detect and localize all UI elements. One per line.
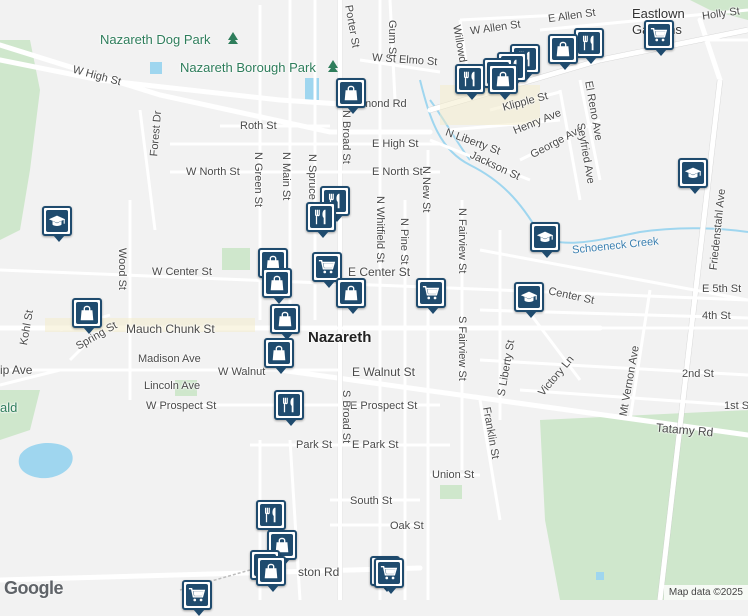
poi-pin-school[interactable] bbox=[514, 282, 544, 318]
school-icon bbox=[518, 286, 540, 308]
poi-pin-grocery[interactable] bbox=[416, 278, 446, 314]
poi-pin-school[interactable] bbox=[678, 158, 708, 194]
school-icon bbox=[46, 210, 68, 232]
street-label: ston Rd bbox=[298, 565, 340, 579]
street-label: Oak St bbox=[390, 520, 424, 532]
poi-pin-shopping[interactable] bbox=[262, 268, 292, 304]
poi-pin-restaurant[interactable] bbox=[274, 390, 304, 426]
street-label: E Center St bbox=[348, 265, 411, 279]
street-label: ip Ave bbox=[0, 363, 33, 377]
street-label: Union St bbox=[432, 469, 475, 481]
street-label: N Whitfield St bbox=[374, 196, 386, 263]
street-label: N Main St bbox=[280, 152, 292, 201]
street-label: N New St bbox=[420, 166, 432, 213]
grocery-icon bbox=[648, 24, 670, 46]
street-label: Lincoln Ave bbox=[144, 380, 201, 392]
school-icon bbox=[682, 162, 704, 184]
street-label: W North St bbox=[186, 166, 240, 178]
grocery-icon bbox=[186, 584, 208, 606]
street-label: N Broad St bbox=[340, 110, 352, 164]
poi-pin-grocery[interactable] bbox=[374, 558, 404, 594]
street-label: N Pine St bbox=[398, 218, 410, 265]
park-tree-icon bbox=[328, 60, 338, 72]
street-label: Mauch Chunk St bbox=[126, 322, 215, 336]
grocery-icon bbox=[316, 256, 338, 278]
street-label: 4th St bbox=[702, 310, 731, 322]
poi-pin-restaurant[interactable] bbox=[455, 64, 485, 100]
shopping-icon bbox=[268, 342, 290, 364]
street-label: Madison Ave bbox=[138, 353, 201, 365]
street-label: Gum St bbox=[386, 20, 398, 58]
shopping-icon bbox=[274, 308, 296, 330]
street-label: N Fairview St bbox=[456, 208, 468, 274]
poi-pin-school[interactable] bbox=[42, 206, 72, 242]
shopping-icon bbox=[340, 82, 362, 104]
street-label: mond Rd bbox=[362, 98, 407, 110]
poi-pin-shopping[interactable] bbox=[336, 278, 366, 314]
poi-pin-restaurant[interactable] bbox=[306, 202, 336, 238]
park-label-borough-park: Nazareth Borough Park bbox=[180, 60, 316, 75]
shopping-icon bbox=[340, 282, 362, 304]
poi-pin-shopping[interactable] bbox=[256, 556, 286, 592]
poi-pin-shopping[interactable] bbox=[548, 34, 578, 70]
map-canvas[interactable] bbox=[0, 0, 748, 600]
street-label: South St bbox=[350, 495, 393, 507]
grocery-icon bbox=[378, 562, 400, 584]
poi-pin-shopping[interactable] bbox=[270, 304, 300, 340]
restaurant-icon bbox=[578, 32, 600, 54]
street-label: 1st S bbox=[724, 400, 748, 412]
street-label: W Center St bbox=[152, 266, 212, 278]
restaurant-icon bbox=[310, 206, 332, 228]
map-attribution[interactable]: Map data ©2025 bbox=[663, 585, 748, 600]
shopping-icon bbox=[76, 302, 98, 324]
town-label: Nazareth bbox=[308, 329, 372, 346]
street-label: N Green St bbox=[252, 152, 264, 208]
street-label: W Prospect St bbox=[146, 400, 217, 412]
street-label: E Prospect St bbox=[350, 400, 418, 412]
poi-pin-school[interactable] bbox=[530, 222, 560, 258]
poi-pin-shopping[interactable] bbox=[72, 298, 102, 334]
street-label: S Broad St bbox=[340, 390, 352, 444]
grocery-icon bbox=[420, 282, 442, 304]
poi-pin-shopping[interactable] bbox=[488, 64, 518, 100]
restaurant-icon bbox=[260, 504, 282, 526]
place-label-eastlown: Eastlown bbox=[632, 6, 685, 21]
place-label-ald: ald bbox=[0, 400, 18, 415]
street-label: S Fairview St bbox=[456, 316, 468, 381]
poi-pin-restaurant[interactable] bbox=[256, 500, 286, 536]
poi-pin-grocery[interactable] bbox=[644, 20, 674, 56]
street-label: E 5th St bbox=[702, 283, 742, 295]
restaurant-icon bbox=[459, 68, 481, 90]
street-label: Park St bbox=[296, 439, 333, 451]
street-label: E North St bbox=[372, 166, 423, 178]
shopping-icon bbox=[552, 38, 574, 60]
street-label: E Park St bbox=[352, 439, 399, 451]
poi-pin-grocery[interactable] bbox=[182, 580, 212, 616]
shopping-icon bbox=[266, 272, 288, 294]
google-logo: Google bbox=[4, 578, 64, 598]
poi-pin-shopping[interactable] bbox=[336, 78, 366, 114]
poi-pin-shopping[interactable] bbox=[264, 338, 294, 374]
shopping-icon bbox=[260, 560, 282, 582]
park-tree-icon bbox=[228, 32, 238, 44]
park-label-dog-park: Nazareth Dog Park bbox=[100, 32, 211, 47]
street-label: E Walnut St bbox=[352, 365, 415, 379]
street-label: W Walnut bbox=[218, 366, 266, 378]
street-label: E High St bbox=[372, 138, 419, 150]
poi-pin-restaurant[interactable] bbox=[574, 28, 604, 64]
shopping-icon bbox=[492, 68, 514, 90]
street-label: 2nd St bbox=[682, 368, 714, 380]
school-icon bbox=[534, 226, 556, 248]
street-label: N Spruce bbox=[306, 154, 318, 200]
street-label: Wood St bbox=[116, 248, 128, 290]
restaurant-icon bbox=[278, 394, 300, 416]
street-label: Roth St bbox=[240, 120, 277, 132]
